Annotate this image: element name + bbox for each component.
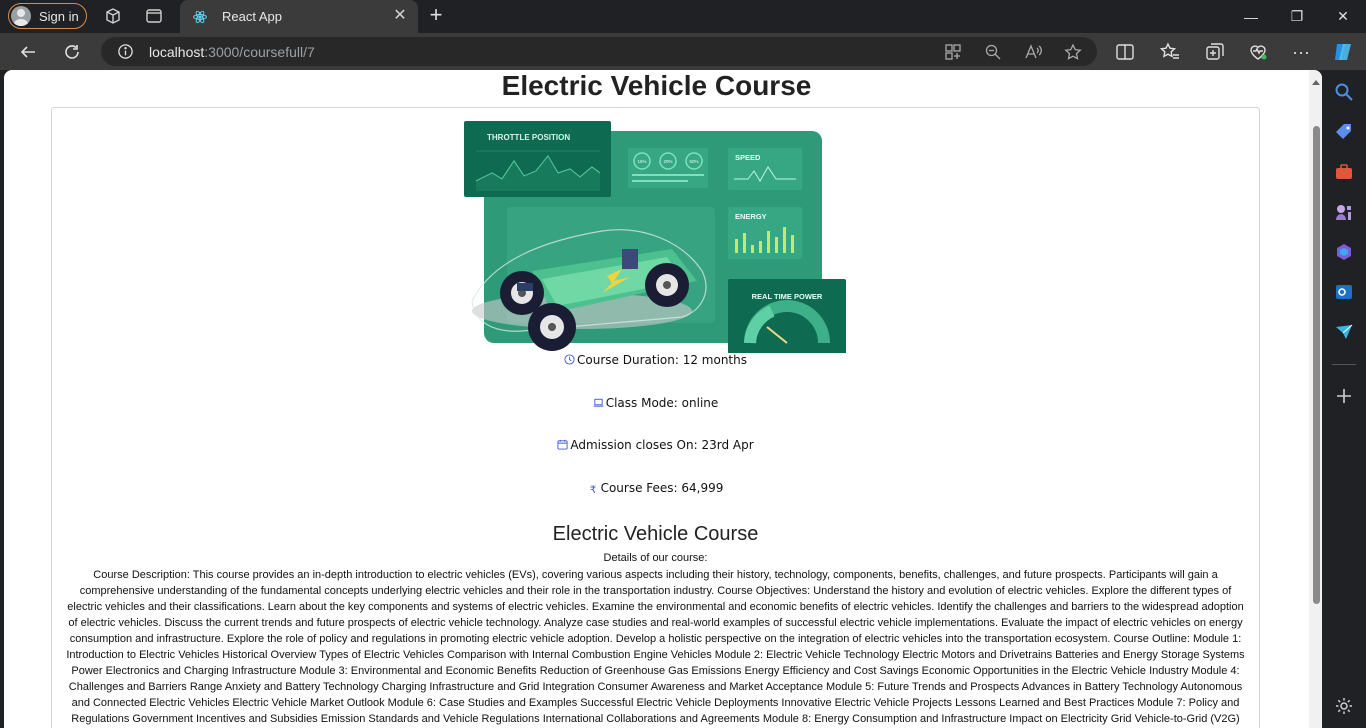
throttle-label: THROTTLE POSITION bbox=[487, 133, 570, 142]
search-icon[interactable] bbox=[1334, 82, 1354, 102]
page-scrollbar[interactable] bbox=[1309, 70, 1322, 728]
split-screen-icon[interactable] bbox=[1115, 42, 1135, 62]
url-host: localhost bbox=[149, 44, 205, 60]
close-window-button[interactable]: ✕ bbox=[1320, 0, 1366, 33]
ev-dashboard-illustration: THROTTLE POSITION 16% 20% 50% SPEED ENER… bbox=[464, 121, 846, 353]
details-heading: Details of our course: bbox=[603, 552, 708, 564]
sidebar-settings-gear-icon[interactable] bbox=[1334, 696, 1354, 716]
laptop-icon bbox=[593, 398, 604, 407]
url-path: :3000/coursefull/7 bbox=[204, 44, 315, 60]
course-fees: ₹ Course Fees: 64,999 bbox=[52, 481, 1259, 496]
back-arrow-icon bbox=[20, 46, 35, 58]
rupee-icon: ₹ bbox=[589, 485, 597, 496]
duration-text: Course Duration: 12 months bbox=[577, 353, 747, 367]
mode-text: Class Mode: online bbox=[605, 396, 719, 410]
page-title: Electric Vehicle Course bbox=[501, 70, 812, 101]
gauge-pct-3: 50% bbox=[689, 159, 698, 164]
microsoft-365-icon[interactable] bbox=[1334, 242, 1354, 262]
outlook-icon[interactable] bbox=[1334, 282, 1354, 302]
scrollbar-thumb[interactable] bbox=[1313, 126, 1320, 604]
power-label: REAL TIME POWER bbox=[752, 292, 823, 301]
favorite-star-icon[interactable] bbox=[1064, 43, 1082, 61]
navigation-bar: localhost:3000/coursefull/7 ··· bbox=[0, 33, 1366, 70]
avatar bbox=[11, 6, 31, 26]
favorites-icon[interactable] bbox=[1160, 42, 1180, 62]
sign-in-label: Sign in bbox=[39, 8, 79, 24]
back-button[interactable] bbox=[16, 40, 40, 64]
drop-send-icon[interactable] bbox=[1334, 322, 1354, 342]
course-card: THROTTLE POSITION 16% 20% 50% SPEED ENER… bbox=[51, 107, 1260, 728]
react-favicon-icon bbox=[193, 10, 207, 23]
scroll-up-arrow-icon[interactable] bbox=[1312, 80, 1320, 85]
games-icon[interactable] bbox=[1334, 202, 1354, 222]
maximize-button[interactable]: ❐ bbox=[1274, 0, 1320, 33]
sign-in-button[interactable]: Sign in bbox=[8, 3, 87, 29]
refresh-icon bbox=[65, 45, 79, 59]
refresh-button[interactable] bbox=[60, 40, 84, 64]
collections-icon[interactable] bbox=[104, 7, 122, 25]
add-sidebar-app-icon[interactable] bbox=[1334, 386, 1354, 406]
calendar-icon bbox=[557, 439, 568, 450]
course-duration: Course Duration: 12 months bbox=[52, 353, 1259, 367]
address-bar[interactable]: localhost:3000/coursefull/7 bbox=[101, 37, 1097, 66]
tab-react-app[interactable]: React App ✕ bbox=[180, 0, 418, 33]
settings-more-button[interactable]: ··· bbox=[1289, 40, 1313, 64]
admission-date: Admission closes On: 23rd Apr bbox=[52, 438, 1259, 452]
tools-briefcase-icon[interactable] bbox=[1334, 162, 1354, 182]
site-info-icon[interactable] bbox=[117, 43, 134, 60]
sidebar-divider bbox=[1332, 364, 1356, 365]
url-text[interactable]: localhost:3000/coursefull/7 bbox=[149, 44, 315, 60]
course-description: Course Description: This course provides… bbox=[66, 569, 1245, 725]
speed-label: SPEED bbox=[735, 153, 761, 162]
app-available-icon[interactable] bbox=[944, 43, 962, 61]
new-tab-button[interactable]: + bbox=[424, 4, 448, 28]
tab-title: React App bbox=[222, 9, 282, 24]
tab-actions-icon[interactable] bbox=[145, 7, 163, 25]
read-aloud-icon[interactable] bbox=[1024, 43, 1042, 61]
energy-label: ENERGY bbox=[735, 212, 767, 221]
course-heading: Electric Vehicle Course bbox=[552, 523, 759, 545]
class-mode: Class Mode: online bbox=[52, 396, 1259, 410]
clock-icon bbox=[564, 354, 575, 365]
edge-sidebar bbox=[1322, 70, 1366, 728]
admission-text: Admission closes On: 23rd Apr bbox=[570, 438, 754, 452]
tab-close-icon[interactable]: ✕ bbox=[392, 8, 408, 24]
collections-add-icon[interactable] bbox=[1205, 42, 1225, 62]
fees-text: Course Fees: 64,999 bbox=[600, 481, 724, 495]
browser-essentials-icon[interactable] bbox=[1248, 42, 1268, 62]
page-viewport: Electric Vehicle Course THROTTLE POSITIO… bbox=[4, 70, 1322, 728]
copilot-icon[interactable] bbox=[1331, 40, 1355, 64]
gauge-pct-2: 20% bbox=[663, 159, 672, 164]
minimize-button[interactable]: — bbox=[1228, 0, 1274, 33]
title-bar: Sign in React App ✕ + — ❐ ✕ bbox=[0, 0, 1366, 33]
shopping-tag-icon[interactable] bbox=[1334, 122, 1354, 142]
zoom-out-icon[interactable] bbox=[984, 43, 1002, 61]
gauge-pct-1: 16% bbox=[637, 159, 646, 164]
